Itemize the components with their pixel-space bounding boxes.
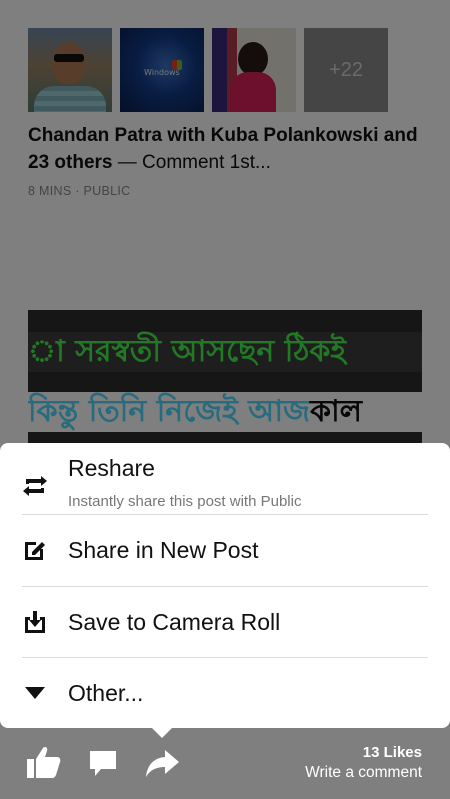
other-label: Other... — [68, 680, 144, 706]
share-in-new-post-option[interactable]: Share in New Post — [0, 515, 450, 586]
other-option[interactable]: Other... — [0, 658, 450, 728]
reshare-option[interactable]: Reshare Instantly share this post with P… — [0, 451, 450, 515]
save-to-camera-roll-option[interactable]: Save to Camera Roll — [0, 587, 450, 658]
reshare-label: Reshare — [68, 455, 155, 481]
share-arrow-icon[interactable] — [142, 746, 182, 780]
write-comment-link[interactable]: Write a comment — [305, 764, 422, 782]
triangle-down-icon — [22, 680, 48, 706]
save-to-camera-roll-label: Save to Camera Roll — [68, 609, 281, 635]
likes-count[interactable]: 13 Likes — [363, 744, 422, 761]
thumbs-up-icon[interactable] — [24, 744, 64, 780]
reshare-sublabel: Instantly share this post with Public — [68, 493, 302, 510]
share-in-new-post-label: Share in New Post — [68, 537, 259, 563]
download-icon — [22, 609, 48, 635]
comment-icon[interactable] — [86, 746, 120, 780]
share-action-sheet: Reshare Instantly share this post with P… — [0, 443, 450, 728]
edit-icon — [22, 537, 48, 563]
reshare-icon — [22, 473, 48, 499]
